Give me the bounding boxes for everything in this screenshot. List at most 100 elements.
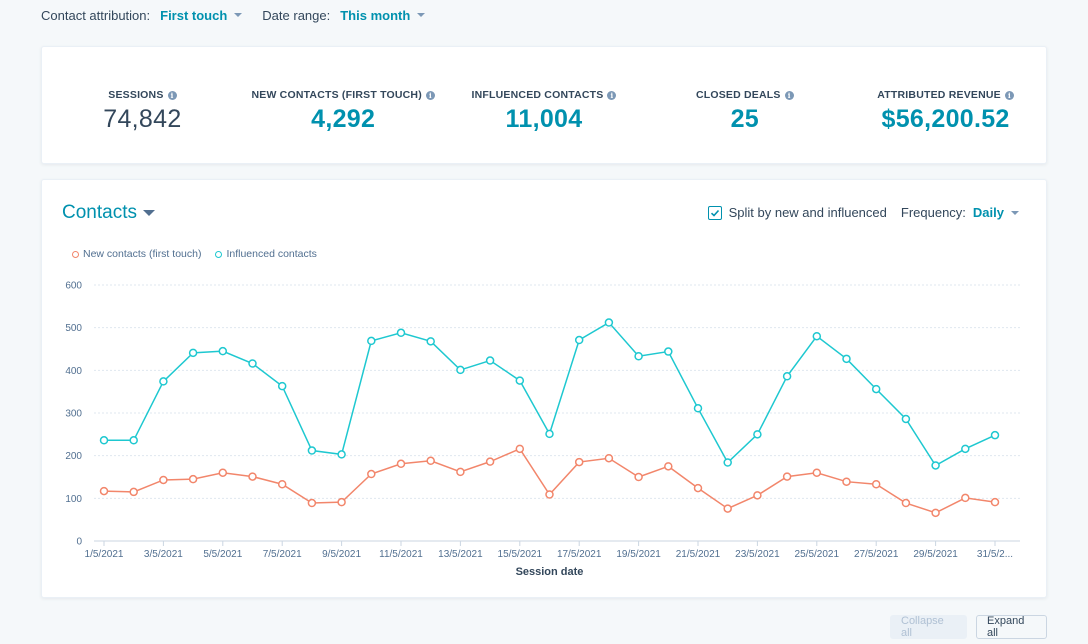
- data-point: [456, 467, 465, 477]
- info-icon[interactable]: i: [1004, 90, 1014, 100]
- info-icon[interactable]: i: [167, 90, 177, 100]
- data-point: [426, 456, 435, 466]
- data-point: [396, 459, 406, 469]
- x-tick-label: 9/5/2021: [322, 549, 361, 560]
- data-point: [812, 331, 822, 341]
- kpi-new-contacts: NEW CONTACTS (FIRST TOUCH) i 4,292: [243, 47, 444, 163]
- data-point: [753, 491, 762, 500]
- chevron-down-icon: [234, 13, 243, 17]
- data-point: [812, 468, 822, 477]
- kpi-attributed-revenue: ATTRIBUTED REVENUE i $56,200.52: [845, 47, 1046, 163]
- kpi-label: NEW CONTACTS (FIRST TOUCH): [251, 89, 422, 101]
- y-tick-label: 200: [65, 451, 82, 462]
- kpi-value: 4,292: [311, 105, 376, 133]
- data-point: [753, 430, 762, 439]
- date-range-dropdown[interactable]: This month: [340, 7, 426, 23]
- data-point: [277, 381, 287, 391]
- x-tick-label: 19/5/2021: [616, 549, 661, 560]
- kpi-label: ATTRIBUTED REVENUE: [877, 89, 1001, 101]
- info-icon[interactable]: i: [425, 90, 435, 100]
- kpi-influenced-contacts: INFLUENCED CONTACTS i 11,004: [444, 47, 645, 163]
- data-point: [396, 328, 406, 338]
- data-point: [307, 498, 317, 508]
- kpi-value: 11,004: [505, 105, 583, 133]
- x-tick-label: 17/5/2021: [557, 549, 602, 560]
- date-range-value: This month: [340, 7, 411, 23]
- kpi-closed-deals: CLOSED DEALS i 25: [644, 47, 845, 163]
- x-tick-label: 29/5/2021: [913, 549, 958, 560]
- data-point: [693, 404, 703, 413]
- contact-attribution-filter: Contact attribution: First touch: [41, 7, 243, 23]
- expand-all-button[interactable]: Expand all: [976, 615, 1047, 639]
- data-point: [277, 480, 287, 489]
- series-line-new-contacts: [103, 447, 996, 514]
- data-point: [664, 462, 673, 471]
- data-point: [723, 458, 732, 467]
- x-tick-label: 25/5/2021: [795, 549, 840, 560]
- data-point: [723, 504, 732, 513]
- y-tick-label: 500: [65, 323, 82, 334]
- collapse-all-button[interactable]: Collapse all: [890, 615, 967, 639]
- data-point: [604, 453, 614, 463]
- data-point: [99, 486, 109, 496]
- data-point: [307, 446, 317, 455]
- data-point: [367, 336, 376, 346]
- data-point: [634, 472, 643, 482]
- y-tick-label: 400: [65, 366, 82, 377]
- data-point: [782, 472, 792, 481]
- contact-attribution-dropdown[interactable]: First touch: [160, 7, 243, 23]
- data-point: [367, 469, 376, 479]
- x-tick-label: 5/5/2021: [203, 549, 242, 560]
- x-tick-label: 13/5/2021: [438, 549, 483, 560]
- kpi-label: SESSIONS: [108, 89, 164, 101]
- data-point: [485, 457, 495, 466]
- date-range-label: Date range:: [262, 7, 331, 23]
- data-point: [901, 498, 911, 508]
- contact-attribution-value: First touch: [160, 7, 228, 23]
- contacts-chart-card: Contacts Split by new and influenced Fre…: [41, 179, 1047, 598]
- data-point: [99, 436, 109, 445]
- x-tick-label: 11/5/2021: [379, 549, 423, 560]
- x-axis-title: Session date: [516, 566, 584, 578]
- data-point: [990, 430, 1000, 440]
- data-point: [218, 346, 228, 356]
- data-point: [337, 497, 346, 507]
- data-point: [931, 508, 940, 518]
- data-point: [842, 354, 851, 364]
- y-tick-label: 600: [65, 281, 82, 292]
- kpi-value: 25: [730, 105, 759, 133]
- info-icon[interactable]: i: [784, 90, 794, 100]
- data-point: [159, 475, 168, 485]
- data-point: [248, 472, 257, 481]
- kpi-value: 74,842: [103, 105, 182, 133]
- series-line-influenced-contacts: [104, 321, 996, 467]
- data-point: [218, 468, 228, 477]
- data-point: [664, 347, 673, 356]
- data-point: [337, 450, 346, 459]
- kpi-label: CLOSED DEALS: [695, 89, 781, 101]
- x-tick-label: 15/5/2021: [498, 549, 543, 560]
- x-tick-label: 27/5/2021: [854, 549, 899, 560]
- chevron-down-icon: [417, 13, 426, 17]
- data-point: [931, 461, 940, 470]
- data-point: [961, 444, 970, 454]
- data-point: [990, 497, 1000, 507]
- data-point: [426, 337, 435, 346]
- data-point: [574, 335, 584, 345]
- data-point: [188, 474, 198, 484]
- kpi-label: INFLUENCED CONTACTS: [471, 89, 604, 101]
- data-point: [871, 480, 881, 489]
- data-point: [456, 365, 465, 375]
- data-point: [515, 376, 525, 385]
- y-tick-label: 0: [76, 537, 82, 548]
- data-point: [545, 429, 554, 439]
- kpi-value: $56,200.52: [881, 105, 1010, 133]
- data-point: [515, 444, 525, 454]
- x-tick-label: 31/5/2...: [977, 549, 1013, 560]
- x-tick-label: 3/5/2021: [144, 549, 183, 560]
- line-chart: 0 100 200 300 400 500 600 1/5/2021 3/5/2021 5/5/2…: [65, 281, 1020, 578]
- data-point: [961, 493, 970, 503]
- data-point: [782, 372, 792, 381]
- info-icon[interactable]: i: [607, 90, 617, 100]
- filter-bar: Contact attribution: First touch Date ra…: [41, 6, 445, 24]
